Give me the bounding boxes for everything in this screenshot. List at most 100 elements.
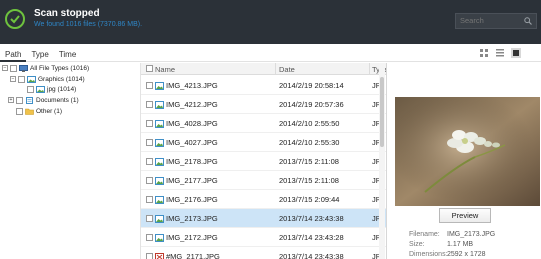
search-input[interactable]: [460, 16, 518, 25]
folder-icon: [25, 108, 34, 115]
tree-item-label: jpg (1014): [47, 85, 77, 93]
row-checkbox[interactable]: [146, 177, 153, 184]
tree-item-graphics[interactable]: − Graphics (1014): [10, 74, 85, 84]
file-list: Name Date Type IMG_4213.JPG 2014/2/19 20:…: [140, 63, 387, 259]
tree-item-label: Other (1): [36, 107, 63, 115]
tab-time[interactable]: Time: [54, 44, 81, 62]
file-date: 2014/2/10 2:55:50: [279, 119, 340, 128]
scan-status-summary: We found 1016 files (7370.86 MB).: [34, 21, 143, 28]
tree-item-label: All File Types (1016): [30, 64, 90, 72]
column-header-name[interactable]: Name: [155, 65, 175, 74]
row-checkbox[interactable]: [146, 234, 153, 241]
tree-checkbox[interactable]: [18, 75, 25, 83]
preview-button[interactable]: Preview: [439, 208, 491, 223]
file-date: 2013/7/14 23:43:28: [279, 233, 344, 242]
row-checkbox[interactable]: [146, 101, 153, 108]
list-view-icon[interactable]: [495, 48, 505, 58]
list-header: Name Date Type: [141, 63, 387, 75]
file-name: #MG_2171.JPG: [166, 252, 220, 259]
file-name: IMG_4213.JPG: [166, 81, 218, 90]
image-icon: [155, 234, 164, 242]
preview-pane: Preview Filename: IMG_2173.JPG Size: 1.17 …: [386, 63, 541, 259]
meta-dimensions: Dimensions:2592 x 1728: [409, 251, 486, 258]
file-row[interactable]: IMG_4213.JPG 2014/2/19 20:58:14 JPI: [141, 76, 387, 95]
file-name: IMG_2177.JPG: [166, 176, 218, 185]
file-row[interactable]: IMG_2177.JPG 2013/7/15 2:11:08 JPI: [141, 171, 387, 190]
collapse-icon[interactable]: −: [2, 65, 8, 71]
row-checkbox[interactable]: [146, 253, 153, 259]
tree-checkbox[interactable]: [16, 96, 23, 104]
row-checkbox[interactable]: [146, 215, 153, 222]
file-date: 2013/7/14 23:43:38: [279, 214, 344, 223]
view-toolbar: Path Type Time: [0, 44, 541, 62]
file-row[interactable]: IMG_2178.JPG 2013/7/15 2:11:08 JPI: [141, 152, 387, 171]
file-date: 2013/7/15 2:11:08: [279, 157, 339, 166]
damaged-image-icon: [155, 253, 164, 259]
select-all-checkbox[interactable]: [146, 65, 153, 72]
file-row[interactable]: IMG_2176.JPG 2013/7/15 2:09:44 JPI: [141, 190, 387, 209]
tab-type[interactable]: Type: [26, 44, 53, 62]
image-icon: [155, 196, 164, 204]
file-name: IMG_4027.JPG: [166, 138, 218, 147]
file-row[interactable]: IMG_4212.JPG 2014/2/19 20:57:36 JPI: [141, 95, 387, 114]
tree-item-other[interactable]: Other (1): [16, 106, 62, 116]
search-box[interactable]: [455, 13, 537, 29]
image-icon: [27, 75, 36, 83]
tab-path[interactable]: Path: [0, 44, 27, 62]
scan-status-title: Scan stopped: [34, 8, 100, 19]
file-name: IMG_2178.JPG: [166, 157, 218, 166]
file-date: 2014/2/19 20:57:36: [279, 100, 344, 109]
search-icon[interactable]: [524, 17, 532, 27]
row-checkbox[interactable]: [146, 196, 153, 203]
file-name: IMG_4212.JPG: [166, 100, 218, 109]
preview-thumbnail: [395, 97, 540, 206]
top-status-bar: Scan stopped We found 1016 files (7370.8…: [0, 0, 541, 44]
file-date: 2014/2/19 20:58:14: [279, 81, 344, 90]
scrollbar-thumb[interactable]: [380, 77, 384, 147]
tree-item-all-file-types[interactable]: − All File Types (1016): [2, 63, 89, 73]
file-name: IMG_2176.JPG: [166, 195, 218, 204]
grid-view-icon[interactable]: [479, 48, 489, 58]
file-date: 2013/7/15 2:11:08: [279, 176, 339, 185]
file-name: IMG_2172.JPG: [166, 233, 218, 242]
image-icon: [36, 85, 45, 93]
file-row[interactable]: IMG_4027.JPG 2014/2/10 2:55:30 JPI: [141, 133, 387, 152]
tree-checkbox[interactable]: [16, 107, 23, 115]
file-name: IMG_4028.JPG: [166, 119, 218, 128]
meta-filename: Filename: IMG_2173.JPG: [409, 231, 496, 238]
file-row[interactable]: IMG_2172.JPG 2013/7/14 23:43:28 JPI: [141, 228, 387, 247]
row-checkbox[interactable]: [146, 82, 153, 89]
tree-item-label: Documents (1): [36, 96, 79, 104]
check-circle-icon: [5, 9, 25, 29]
tree-item-documents[interactable]: + Documents (1): [8, 95, 79, 105]
file-name: IMG_2173.JPG: [166, 214, 218, 223]
file-type-tree: − All File Types (1016) − Graphics (1014…: [0, 63, 134, 259]
document-icon: [26, 96, 33, 104]
tree-item-label: Graphics (1014): [38, 75, 85, 83]
file-date: 2013/7/15 2:09:44: [279, 195, 340, 204]
image-icon: [155, 82, 164, 90]
file-row[interactable]: IMG_2173.JPG 2013/7/14 23:43:38 JPI: [141, 209, 387, 228]
detail-view-icon[interactable]: [511, 48, 521, 58]
view-mode-buttons: [479, 48, 521, 58]
sort-tabs: Path Type Time: [0, 44, 81, 62]
column-header-date[interactable]: Date: [279, 65, 295, 74]
image-icon: [155, 158, 164, 166]
list-scrollbar[interactable]: [379, 63, 385, 259]
computer-icon: [19, 64, 28, 72]
tree-checkbox[interactable]: [10, 64, 17, 72]
row-checkbox[interactable]: [146, 120, 153, 127]
file-date: 2014/2/10 2:55:30: [279, 138, 340, 147]
collapse-icon[interactable]: −: [10, 76, 16, 82]
image-icon: [155, 120, 164, 128]
image-icon: [155, 177, 164, 185]
tree-item-jpg[interactable]: jpg (1014): [27, 84, 76, 94]
file-row[interactable]: #MG_2171.JPG 2013/7/14 23:43:38 JPI: [141, 247, 387, 259]
expand-icon[interactable]: +: [8, 97, 14, 103]
image-icon: [155, 139, 164, 147]
row-checkbox[interactable]: [146, 139, 153, 146]
row-checkbox[interactable]: [146, 158, 153, 165]
file-row[interactable]: IMG_4028.JPG 2014/2/10 2:55:50 JPI: [141, 114, 387, 133]
image-icon: [155, 101, 164, 109]
tree-checkbox[interactable]: [27, 85, 34, 93]
